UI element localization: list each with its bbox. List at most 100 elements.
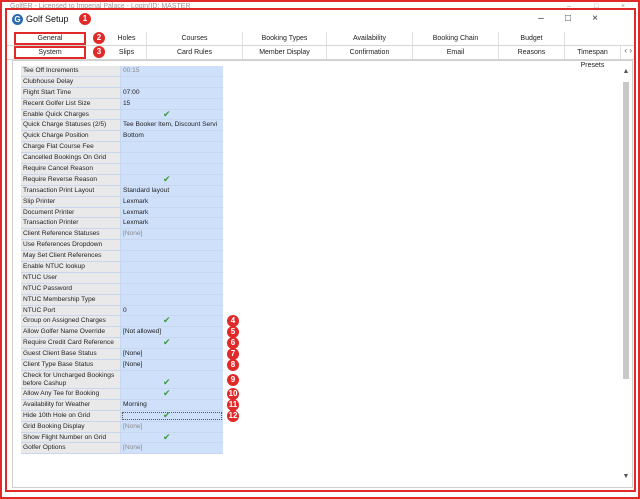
settings-row[interactable]: NTUC Port 0	[21, 305, 223, 317]
settings-row[interactable]: Hide 10th Hole on Grid ✔ 12	[21, 409, 239, 422]
setting-value[interactable]: ✔	[121, 370, 223, 388]
setting-value[interactable]: Tee Booker Item, Discount Servi	[121, 120, 223, 131]
setting-value[interactable]	[121, 153, 223, 164]
tab-timespan-presets[interactable]: Timespan Presets	[565, 46, 621, 69]
settings-row[interactable]: Grid Booking Display [None]	[21, 421, 223, 433]
setting-value[interactable]: [None]	[121, 443, 223, 454]
settings-row[interactable]: Quick Charge Position Bottom	[21, 131, 223, 143]
settings-row[interactable]: Require Reverse Reason ✔	[21, 174, 223, 186]
setting-label: NTUC Membership Type	[21, 294, 121, 305]
settings-row[interactable]: Document Printer Lexmark	[21, 207, 223, 219]
settings-row[interactable]: Enable Quick Charges ✔	[21, 109, 223, 121]
setting-value[interactable]: [None]	[121, 421, 223, 432]
setting-value[interactable]: 15	[121, 98, 223, 109]
app-window: GolfER - Licensed to Imperial Palace - L…	[0, 0, 640, 499]
settings-row[interactable]: Require Credit Card Reference ✔ 6	[21, 337, 239, 350]
settings-row[interactable]: Availability for Weather Morning 11	[21, 398, 239, 411]
tab-scroll-right-icon[interactable]: ›	[629, 46, 632, 55]
setting-value[interactable]	[121, 283, 223, 294]
settings-row[interactable]: Check for Uncharged Bookings before Cash…	[21, 370, 239, 389]
settings-row[interactable]: Quick Charge Statuses (2/5) Tee Booker It…	[21, 120, 223, 132]
settings-row[interactable]: NTUC Password	[21, 283, 223, 295]
tab-general[interactable]: General	[14, 32, 86, 45]
settings-row[interactable]: Flight Start Time 07:00	[21, 87, 223, 99]
settings-row[interactable]: Allow Golfer Name Override [Not allowed] 5	[21, 326, 239, 339]
scrollbar-thumb[interactable]	[623, 82, 629, 379]
setting-value[interactable]: [None]	[121, 349, 223, 360]
tab-booking-chain[interactable]: Booking Chain	[413, 32, 499, 45]
setting-value[interactable]: [Not allowed]	[121, 327, 223, 338]
tab-system[interactable]: System	[14, 46, 86, 59]
tab-member-display[interactable]: Member Display	[243, 46, 327, 59]
setting-value[interactable]: [None]	[121, 229, 223, 240]
settings-row[interactable]: Client Reference Statuses [None]	[21, 229, 223, 241]
setting-value[interactable]: 00:15	[121, 66, 223, 76]
setting-value[interactable]	[121, 272, 223, 283]
minimize-button[interactable]: –	[533, 13, 549, 24]
settings-row[interactable]: Require Cancel Reason	[21, 164, 223, 175]
settings-row[interactable]: Cancelled Bookings On Grid	[21, 153, 223, 165]
tab-slips[interactable]: Slips	[107, 46, 147, 59]
setting-value[interactable]: Lexmark	[121, 218, 223, 229]
setting-value[interactable]	[121, 164, 223, 174]
tab-scroll-left-icon[interactable]: ‹	[624, 46, 627, 55]
setting-value[interactable]	[121, 251, 223, 262]
setting-value[interactable]: ✔	[121, 316, 223, 327]
settings-row[interactable]: Recent Golfer List Size 15	[21, 98, 223, 110]
tab-availability[interactable]: Availability	[327, 32, 413, 45]
settings-row[interactable]: Tee Off Increments 00:15	[21, 66, 223, 77]
setting-value[interactable]	[121, 142, 223, 153]
setting-value[interactable]: 07:00	[121, 87, 223, 98]
setting-value[interactable]: Standard layout	[121, 185, 223, 196]
setting-label: Group on Assigned Charges	[21, 316, 121, 327]
scroll-down-icon[interactable]: ▼	[622, 473, 630, 480]
settings-row[interactable]: Show Flight Number on Grid ✔	[21, 432, 223, 444]
settings-row[interactable]: Use References Dropdown	[21, 240, 223, 252]
setting-value[interactable]: Morning	[121, 399, 223, 410]
tab-confirmation[interactable]: Confirmation	[327, 46, 413, 59]
settings-row[interactable]: Transaction Print Layout Standard layout	[21, 185, 223, 197]
settings-row[interactable]: NTUC Membership Type	[21, 294, 223, 306]
tab-courses[interactable]: Courses	[147, 32, 243, 45]
settings-row[interactable]: Transaction Printer Lexmark	[21, 218, 223, 230]
setting-value[interactable]: Lexmark	[121, 196, 223, 207]
tab-card-rules[interactable]: Card Rules	[147, 46, 243, 59]
tab-budget[interactable]: Budget	[499, 32, 565, 45]
settings-row[interactable]: NTUC User	[21, 272, 223, 284]
setting-value[interactable]: ✔	[121, 174, 223, 185]
settings-row[interactable]: Allow Any Tee for Booking ✔ 10	[21, 387, 239, 400]
setting-value[interactable]	[121, 240, 223, 251]
setting-value[interactable]: [None]	[121, 360, 223, 370]
settings-row[interactable]: Group on Assigned Charges ✔ 4	[21, 315, 239, 328]
settings-row[interactable]: Client Type Base Status [None] 8	[21, 359, 239, 372]
tab-email[interactable]: Email	[413, 46, 499, 59]
setting-value[interactable]: Lexmark	[121, 207, 223, 218]
settings-row[interactable]: Charge Flat Course Fee	[21, 142, 223, 154]
vertical-scrollbar[interactable]: ▲ ▼	[622, 68, 630, 480]
scroll-up-icon[interactable]: ▲	[622, 68, 630, 75]
setting-value[interactable]: ✔	[121, 410, 223, 421]
close-button[interactable]: ×	[587, 13, 603, 24]
setting-value[interactable]: 0	[121, 305, 223, 316]
settings-row[interactable]: Enable NTUC lookup	[21, 262, 223, 273]
annotation-badge-2: 2	[93, 32, 105, 44]
settings-row[interactable]: May Set Client References	[21, 251, 223, 263]
setting-value[interactable]: ✔	[121, 338, 223, 349]
setting-label: Transaction Print Layout	[21, 185, 121, 196]
maximize-button[interactable]: □	[560, 13, 576, 24]
setting-value[interactable]	[121, 76, 223, 87]
tab-holes[interactable]: Holes	[107, 32, 147, 45]
setting-label: Quick Charge Statuses (2/5)	[21, 120, 121, 131]
settings-row[interactable]: Clubhouse Delay	[21, 76, 223, 88]
settings-row[interactable]: Slip Printer Lexmark	[21, 196, 223, 208]
setting-value[interactable]	[121, 262, 223, 272]
tab-booking-types[interactable]: Booking Types	[243, 32, 327, 45]
settings-row[interactable]: Guest Client Base Status [None] 7	[21, 348, 239, 361]
setting-value[interactable]: ✔	[121, 388, 223, 399]
setting-value[interactable]: ✔	[121, 109, 223, 120]
tab-reasons[interactable]: Reasons	[499, 46, 565, 59]
setting-value[interactable]: ✔	[121, 432, 223, 443]
setting-value[interactable]: Bottom	[121, 131, 223, 142]
setting-value[interactable]	[121, 294, 223, 305]
settings-row[interactable]: Golfer Options [None]	[21, 443, 223, 455]
